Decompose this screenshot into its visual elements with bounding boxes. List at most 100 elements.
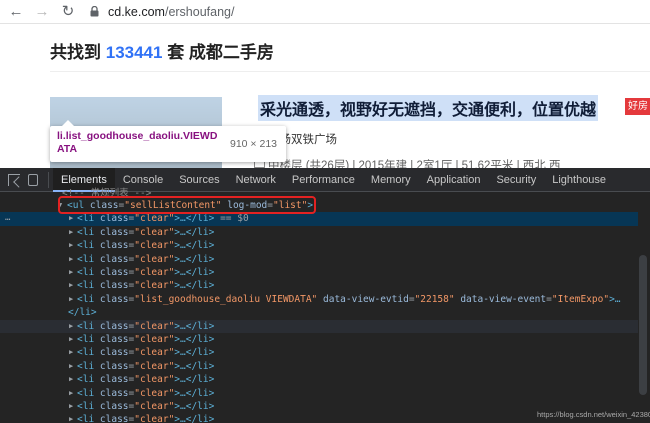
dom-li-line[interactable]: ▶ <li class="clear">…</li> [0, 373, 638, 386]
expand-triangle-icon[interactable]: ▶ [69, 413, 73, 423]
tag-close: </li> [68, 307, 97, 319]
attr-value: "clear" [134, 334, 175, 345]
attr-value: "clear" [134, 213, 175, 225]
attr-name: class [99, 387, 129, 399]
tag-open: <li [77, 240, 95, 252]
attr-name: class [99, 414, 129, 423]
dom-li-line[interactable]: ▶ <li class="clear">…</li> [0, 346, 638, 359]
reload-icon[interactable]: ↻ [58, 2, 78, 22]
expand-triangle-icon[interactable]: ▶ [69, 400, 73, 413]
dom-li-code: <li class="clear">…</li> [77, 320, 215, 332]
tag-open: <li [77, 293, 95, 305]
tag-body: >…</li> [174, 360, 215, 372]
attr-name: class [99, 213, 129, 225]
attr-name: class [99, 334, 129, 345]
result-summary: 共找到 133441 套 成都二手房 [50, 38, 274, 63]
attr-value: "clear" [134, 240, 175, 252]
house-info: 中楼层 (共26层) | 2015年建 | 2室1厅 | 51.62平米 | 西… [268, 160, 561, 168]
expand-triangle-icon[interactable]: ▶ [69, 346, 73, 359]
tag-body: >… [609, 293, 621, 305]
expand-triangle-icon[interactable]: ▶ [69, 373, 73, 386]
attr-name: data-view-event [460, 293, 547, 305]
tag-open: <li [77, 226, 95, 238]
summary-suffix: 套 成都二手房 [167, 43, 274, 62]
dom-li-goodhouse-code: <li class="list_goodhouse_daoliu VIEWDAT… [77, 293, 621, 305]
attr-name: class [99, 280, 129, 292]
dom-li-line[interactable]: ▶ <li class="clear">…</li> [0, 279, 638, 292]
expand-triangle-icon[interactable]: ▶ [69, 320, 73, 333]
attr-name: class [99, 320, 129, 332]
attr-value: "clear" [134, 226, 175, 238]
expand-triangle-icon[interactable]: ▶ [69, 266, 73, 279]
back-arrow-icon[interactable]: ← [6, 2, 26, 22]
dom-li-line[interactable]: ▶ <li class="clear">…</li> [0, 226, 638, 239]
attr-value: "clear" [134, 347, 175, 359]
result-count: 133441 [105, 43, 163, 62]
expand-triangle-icon[interactable]: ▶ [69, 279, 73, 292]
tooltip-element-size: 910 × 213 [230, 138, 278, 150]
attr-name: class [99, 253, 129, 265]
expand-triangle-icon[interactable]: ▶ [69, 387, 73, 400]
browser-url-bar: ← → ↻ cd.ke.com/ershoufang/ [0, 0, 650, 24]
dom-li-line[interactable]: ▶ <li class="clear">…</li> [0, 253, 638, 266]
tag-body: >…</li> [174, 213, 215, 225]
tag-body: >…</li> [174, 280, 215, 292]
dom-li-code: <li class="clear">…</li> [77, 334, 215, 345]
good-house-tag: 好房 [625, 98, 650, 115]
attr-value: "ItemExpo" [551, 293, 610, 305]
watermark: https://blog.csdn.net/weixin_42380319 [537, 410, 650, 419]
expand-triangle-icon[interactable]: ▶ [69, 333, 73, 346]
attr-name: class [99, 267, 129, 278]
dom-li-line[interactable]: ▶ <li class="clear">…</li> [0, 360, 638, 373]
dom-li-code: <li class="clear">…</li> [77, 387, 215, 399]
expand-triangle-icon[interactable]: ▶ [69, 226, 73, 239]
tag-open: <li [77, 280, 95, 292]
dom-li-line[interactable]: ▶ <li class="clear">…</li> [0, 266, 638, 279]
selected-marker: == $0 [220, 213, 249, 225]
expand-triangle-icon[interactable]: ▶ [69, 360, 73, 373]
attr-value: "clear" [134, 374, 175, 386]
attr-value: "clear" [134, 414, 175, 423]
tag-body: >…</li> [174, 240, 215, 252]
url-text[interactable]: cd.ke.com/ershoufang/ [108, 5, 234, 19]
forward-arrow-icon[interactable]: → [32, 2, 52, 22]
tag-open: <li [77, 401, 95, 412]
attr-value: "list_goodhouse_daoliu VIEWDATA" [134, 293, 318, 305]
url-path: /ershoufang/ [164, 5, 235, 19]
dom-li-line[interactable]: ▶ <li class="clear">…</li> [0, 239, 638, 252]
dom-li-code: <li class="clear">…</li> [77, 374, 215, 386]
inspect-element-icon[interactable] [8, 174, 20, 186]
lock-icon [90, 6, 99, 17]
dom-li-line[interactable]: ▶ <li class="clear">…</li> [0, 319, 638, 333]
dom-li-selected[interactable]: … ▶ <li class="clear">…</li> == $0 [0, 212, 638, 226]
expand-triangle-icon[interactable]: ▶ [69, 212, 73, 225]
expand-triangle-icon[interactable]: ▶ [69, 239, 73, 252]
more-options-icon[interactable]: … [5, 212, 10, 225]
device-toolbar-icon[interactable] [28, 174, 38, 186]
dom-li-close-line[interactable]: </li> [0, 306, 638, 319]
dom-li-code: <li class="clear">…</li> [77, 240, 215, 252]
tag-body: >…</li> [174, 226, 215, 238]
listing-title[interactable]: 采光通透，视野好无遮挡，交通便利，位置优越 [258, 95, 599, 121]
attr-value: "clear" [134, 360, 175, 372]
devtools-scrollbar[interactable] [639, 255, 647, 395]
tag-body: >…</li> [174, 401, 215, 412]
tooltip-element-name: li.list_goodhouse_daoliu.VIEWDATA [57, 130, 218, 155]
dom-li-line[interactable]: ▶ <li class="clear">…</li> [0, 387, 638, 400]
attr-value: "clear" [134, 253, 175, 265]
expand-triangle-icon[interactable]: ▶ [69, 253, 73, 266]
address-bar[interactable]: cd.ke.com/ershoufang/ [84, 1, 644, 23]
dom-li-code: <li class="clear">…</li> [77, 253, 215, 265]
attr-value: "clear" [134, 401, 175, 412]
attr-value: "clear" [134, 387, 175, 399]
attr-name: class [99, 360, 129, 372]
dom-tree[interactable]: <!-- 常规列表 --> ▼ <ul class="sellListConte… [0, 188, 638, 423]
dom-li-code: <li class="clear">…</li> [77, 267, 215, 278]
dom-li-code: <li class="clear">…</li> [77, 360, 215, 372]
attr-value: "clear" [134, 267, 175, 278]
expand-triangle-icon[interactable]: ▶ [69, 293, 73, 306]
dom-li-line[interactable]: ▶ <li class="clear">…</li> [0, 333, 638, 346]
dom-li-goodhouse[interactable]: ▶ <li class="list_goodhouse_daoliu VIEWD… [0, 293, 638, 306]
attr-value: "22158" [414, 293, 455, 305]
divider [50, 71, 650, 72]
